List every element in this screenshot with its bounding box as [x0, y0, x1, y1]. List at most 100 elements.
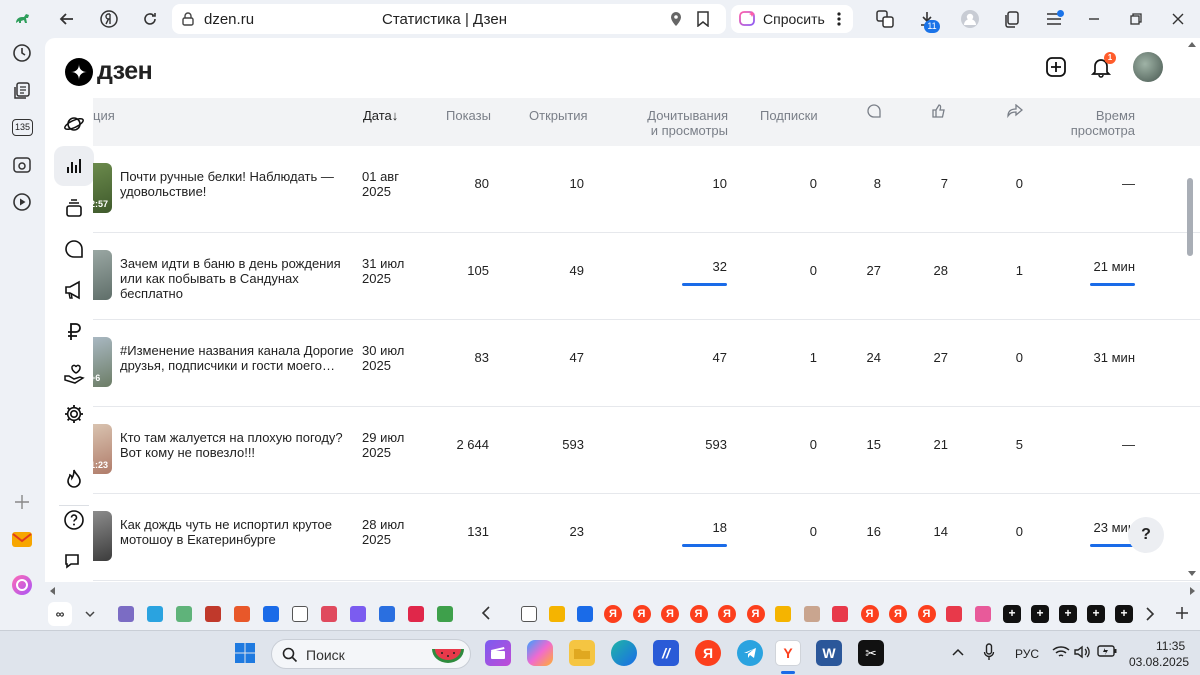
alice-button[interactable] [10, 573, 34, 597]
nav-feed[interactable] [54, 104, 94, 144]
screenshot-button[interactable] [10, 153, 34, 177]
bus-icon[interactable] [205, 606, 221, 622]
table-row[interactable]: 2:57 Почти ручные белки! Наблюдать — удов… [93, 146, 1200, 233]
profile-button[interactable] [956, 5, 984, 33]
col-date[interactable]: Дата↓ [363, 108, 398, 123]
back-button[interactable] [53, 5, 81, 33]
taskbar-app-yandex[interactable]: Я [695, 640, 721, 666]
yandex-tab-icon[interactable]: Я [860, 605, 879, 623]
nav-publications[interactable] [54, 188, 94, 228]
start-button[interactable] [234, 642, 256, 664]
taskbar-app-telegram[interactable] [737, 640, 763, 666]
scroll-down-icon[interactable] [1187, 568, 1197, 578]
scroll-right-icon[interactable] [1187, 586, 1197, 596]
publication-thumbnail[interactable] [93, 250, 112, 300]
taskbar-app-copilot[interactable] [527, 640, 553, 666]
yandex-tab-icon[interactable]: Я [718, 605, 736, 623]
dzen-tab-icon[interactable]: + [1003, 605, 1021, 623]
dzen-tab-icon[interactable]: + [1059, 605, 1077, 623]
translate-button[interactable] [871, 5, 899, 33]
re-icon[interactable] [350, 606, 366, 622]
globe-icon[interactable] [176, 606, 192, 622]
clock-time[interactable]: 11:35 [1156, 639, 1185, 653]
telegram-icon[interactable] [147, 606, 163, 622]
dzen-tab-icon[interactable]: + [1087, 605, 1105, 623]
yandex-tab-icon[interactable]: Я [689, 605, 708, 623]
volume-icon[interactable] [1074, 645, 1092, 659]
language-indicator[interactable]: РУС [1015, 647, 1039, 661]
tabs-button[interactable] [10, 79, 34, 103]
taskbar-app-edge[interactable] [611, 640, 637, 666]
taskbar-app-explorer[interactable] [569, 640, 595, 666]
table-row[interactable]: 1:23 Кто там жалуется на плохую погоду?Во… [93, 407, 1200, 494]
history-button[interactable] [10, 41, 34, 65]
yandex-tab-icon[interactable]: Я [889, 605, 907, 623]
dzen-tab-icon[interactable]: + [1115, 605, 1133, 623]
publication-thumbnail[interactable]: 1:23 [93, 424, 112, 474]
col-reads[interactable]: Дочитывания и просмотры [630, 108, 728, 138]
bracket-icon[interactable] [379, 606, 395, 622]
mail-button[interactable] [10, 527, 34, 551]
address-bar[interactable]: dzen.ru Статистика | Дзен [172, 4, 726, 34]
col-publication[interactable]: ция [93, 108, 115, 123]
col-impressions[interactable]: Показы [446, 108, 491, 123]
publication-thumbnail[interactable] [93, 511, 112, 561]
tabs-scroll-left-icon[interactable] [481, 605, 491, 624]
video-button[interactable] [10, 190, 34, 214]
col-opens[interactable]: Открытия [529, 108, 588, 123]
nav-monetization[interactable] [54, 312, 94, 352]
table-row[interactable]: Зачем идти в баню в день рождения или ка… [93, 233, 1200, 320]
nav-help[interactable] [54, 500, 94, 540]
taskbar-app-blue[interactable]: // [653, 640, 679, 666]
minimize-button[interactable] [1080, 5, 1108, 33]
col-likes[interactable] [931, 103, 947, 122]
microphone-icon[interactable] [983, 643, 995, 661]
picture-icon[interactable] [549, 606, 565, 622]
pen-icon[interactable] [263, 606, 279, 622]
table-row[interactable]: +6 #Изменение названия канала Дорогие дру… [93, 320, 1200, 407]
game-icon[interactable] [437, 606, 453, 622]
tabs-scroll-right-icon[interactable] [1145, 606, 1155, 627]
nav-settings[interactable] [54, 394, 94, 434]
create-button[interactable] [1043, 54, 1069, 80]
publication-title[interactable]: #Изменение названия канала Дорогие друзь… [120, 343, 355, 373]
yandex-tab-icon[interactable]: Я [661, 605, 679, 623]
edit-icon[interactable] [974, 606, 991, 622]
publication-title[interactable]: Зачем идти в баню в день рождения или ка… [120, 256, 355, 301]
squares-icon[interactable] [234, 606, 250, 622]
dzen-tab-icon[interactable]: + [1031, 605, 1049, 623]
tab-count-badge[interactable]: 135 [12, 119, 33, 136]
new-tab-button[interactable] [1175, 606, 1189, 625]
taskbar-search[interactable]: Поиск [271, 639, 471, 669]
col-comments[interactable] [867, 104, 881, 121]
battery-icon[interactable] [1097, 645, 1117, 657]
bookmark-icon[interactable] [696, 11, 710, 27]
help-button[interactable]: ? [1128, 517, 1164, 553]
yandex-home-button[interactable] [95, 5, 123, 33]
shield-icon[interactable] [577, 606, 593, 622]
wifi-icon[interactable] [1052, 645, 1070, 659]
page-icon[interactable] [292, 606, 308, 622]
collections-button[interactable] [998, 5, 1026, 33]
pinned-infinity-tab[interactable]: ∞ [48, 602, 72, 626]
reload-button[interactable] [136, 5, 164, 33]
avatar-tab-icon[interactable] [803, 606, 820, 622]
dzen-logo[interactable]: дзен [65, 57, 153, 86]
location-pin-icon[interactable] [669, 11, 683, 27]
yandex-tab-icon[interactable]: Я [604, 605, 622, 623]
col-subscriptions[interactable]: Подписки [760, 108, 818, 123]
taskbar-app-yandex-browser[interactable]: Y [775, 640, 801, 666]
col-watch-time[interactable]: Время просмотра [1033, 108, 1135, 138]
ring-icon[interactable] [408, 606, 424, 622]
add-panel-button[interactable] [10, 490, 34, 514]
scroll-left-icon[interactable] [48, 586, 58, 596]
taskbar-app-word[interactable]: W [816, 640, 842, 666]
yandex-tab-icon[interactable]: Я [917, 605, 936, 623]
map-pin-icon[interactable] [832, 606, 848, 622]
user-avatar-icon[interactable] [118, 606, 134, 622]
table-row[interactable]: Как дождь чуть не испортил крутое мотошо… [93, 494, 1200, 581]
user-avatar[interactable] [1133, 52, 1163, 82]
scroll-up-icon[interactable] [1187, 40, 1197, 50]
nav-feedback[interactable] [54, 541, 94, 581]
taskbar-app-capcut[interactable]: ✂ [858, 640, 884, 666]
